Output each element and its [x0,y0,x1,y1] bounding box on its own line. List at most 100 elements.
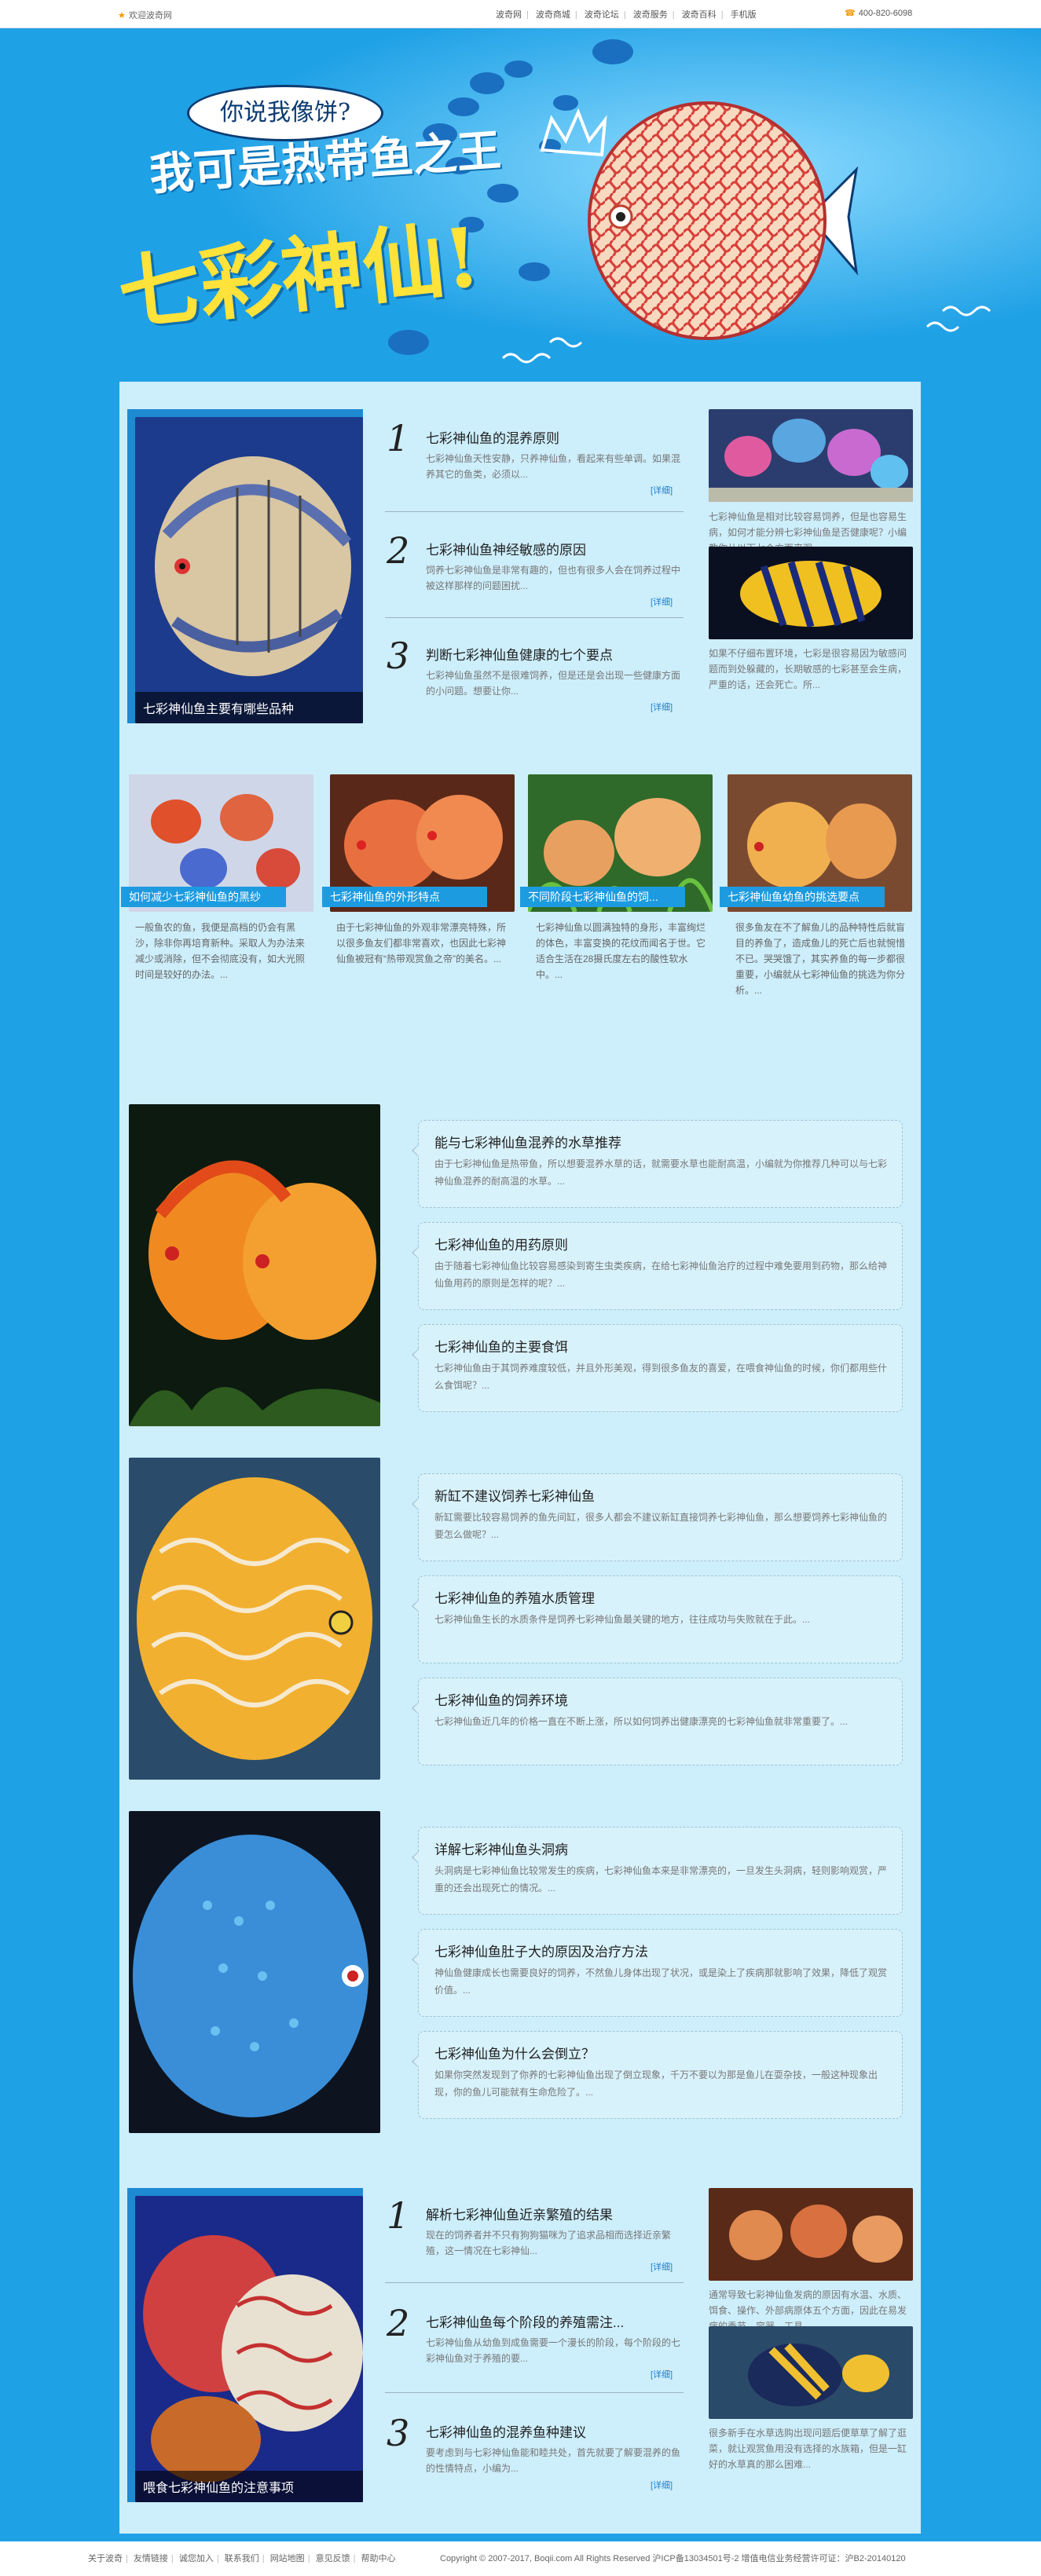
footer-link-feedback[interactable]: 意见反馈 [316,2554,350,2563]
lead-caption[interactable]: 喂食七彩神仙鱼的注意事项 [135,2471,363,2502]
card-title[interactable]: 七彩神仙鱼肚子大的原因及治疗方法 [434,1941,648,1960]
article-summary: 七彩神仙鱼天性安静，只养神仙鱼，看起来有些单调。如果混养其它的鱼类，必须以... [426,453,681,480]
more-link[interactable]: [详细] [651,701,673,713]
discus-fish-illustration [588,101,859,340]
card-summary: 七彩神仙鱼由于其饲养难度较低，并且外形美观，得到很多鱼友的喜爱，在喂食神仙鱼的时… [434,1363,888,1391]
fish-photo-icon [129,1104,380,1426]
fish-photo-icon [129,1811,380,2133]
card-summary: 七彩神仙鱼近几年的价格一直在不断上涨，所以如何饲养出健康漂亮的七彩神仙鱼就非常重… [434,1716,849,1727]
divider [385,617,684,618]
lead-caption[interactable]: 七彩神仙鱼主要有哪些品种 [135,692,363,723]
item-number: 3 [387,2412,410,2454]
article-title[interactable]: 七彩神仙鱼的混养鱼种建议 [426,2421,586,2441]
footer-link-help[interactable]: 帮助中心 [361,2554,396,2563]
nav-link-boqii[interactable]: 波奇网 [496,10,522,20]
footer: 关于波奇 | 友情链接 | 诚您加入 | 联系我们 | 网站地图 | 意见反馈 | 帮助中心… [0,2541,1041,2576]
top-nav: 波奇网 | 波奇商城 | 波奇论坛 | 波奇服务 | 波奇百科 | 手机版 [496,10,757,20]
article-card[interactable]: 新缸不建议饲养七彩神仙鱼 新缸需要比较容易饲养的鱼先间缸，很多人都会不建议新缸直… [412,1473,903,1561]
nav-link-mall[interactable]: 波奇商城 [536,10,570,20]
article-title[interactable]: 七彩神仙鱼每个阶段的养殖需注... [426,2311,624,2331]
lead-image[interactable]: 七彩神仙鱼主要有哪些品种 [135,417,363,723]
fish-photo-icon [709,409,913,502]
more-link[interactable]: [详细] [651,484,673,496]
lead-image[interactable]: 喂食七彩神仙鱼的注意事项 [135,2196,363,2502]
card-summary: 头洞病是七彩神仙鱼比较常发生的疾病，七彩神仙鱼本来是非常漂亮的，一旦发生头洞病，… [434,1865,888,1894]
more-link[interactable]: [详细] [651,2479,673,2491]
article-card[interactable]: 七彩神仙鱼的用药原则 由于随着七彩神仙鱼比较容易感染到寄生虫类疾病，在给七彩神仙… [412,1222,903,1310]
article-summary: 七彩神仙鱼从幼鱼到成鱼需要一个漫长的阶段，每个阶段的七彩神仙鱼对于养殖的要... [426,2337,681,2364]
card-summary: 如果你突然发现到了你养的七彩神仙鱼出现了倒立现象，千万不要以为那是鱼儿在耍杂技，… [434,2069,878,2098]
nav-link-wiki[interactable]: 波奇百科 [682,10,717,20]
block-image[interactable] [129,1458,380,1780]
grid-summary: 七彩神仙鱼以圆满独特的身形，丰富绚烂的体色，丰富变换的花纹而闻名于世。它适合生活… [536,922,706,980]
nav-link-service[interactable]: 波奇服务 [633,10,668,20]
grid-summary: 由于七彩神仙鱼的外观非常漂亮特殊，所以很多鱼友们都非常喜欢，也因此七彩神仙鱼被冠… [336,922,507,964]
star-icon: ★ [118,11,126,20]
side-image[interactable] [709,2188,913,2281]
item-number: 1 [387,2194,410,2237]
article-title[interactable]: 解析七彩神仙鱼近亲繁殖的结果 [426,2204,613,2223]
grid-title[interactable]: 七彩神仙鱼幼鱼的挑选要点 [720,887,885,907]
card-summary: 七彩神仙鱼生长的水质条件是饲养七彩神仙鱼最关键的地方，往往成功与失败就在于此。.… [434,1614,811,1625]
article-card[interactable]: 七彩神仙鱼的饲养环境 七彩神仙鱼近几年的价格一直在不断上涨，所以如何饲养出健康漂… [412,1678,903,1766]
article-summary: 要考虑到与七彩神仙鱼能和睦共处，首先就要了解要混养的鱼的性情特点，小编为... [426,2447,681,2474]
item-number: 2 [387,2302,410,2344]
welcome-text: ★ 欢迎波奇网 [118,11,172,20]
card-title[interactable]: 七彩神仙鱼的主要食饵 [434,1336,568,1356]
article-card[interactable]: 七彩神仙鱼肚子大的原因及治疗方法 神仙鱼健康成长也需要良好的饲养，不然鱼儿身体出… [412,1929,903,2017]
fish-photo-icon [135,2196,363,2502]
card-title[interactable]: 七彩神仙鱼为什么会倒立？ [434,2043,595,2062]
fish-photo-icon [709,547,913,639]
grid-summary: 一般鱼农的鱼，我便是高档的仍会有黑沙，除非你再培育新种。采取人为办法来减少或消除… [135,922,306,980]
footer-link-contact[interactable]: 联系我们 [225,2554,259,2563]
footer-link-friends[interactable]: 友情链接 [134,2554,168,2563]
article-title[interactable]: 七彩神仙鱼的混养原则 [426,427,559,447]
article-card[interactable]: 七彩神仙鱼的养殖水质管理 七彩神仙鱼生长的水质条件是饲养七彩神仙鱼最关键的地方，… [412,1575,903,1663]
side-image[interactable] [709,409,913,502]
nav-link-forum[interactable]: 波奇论坛 [585,10,619,20]
more-link[interactable]: [详细] [651,2260,673,2273]
article-card[interactable]: 详解七彩神仙鱼头洞病 头洞病是七彩神仙鱼比较常发生的疾病，七彩神仙鱼本来是非常漂… [412,1827,903,1915]
fish-photo-icon [709,2188,913,2281]
article-title[interactable]: 七彩神仙鱼神经敏感的原因 [426,539,586,558]
divider [385,2282,684,2283]
phone-number: ☎ 400-820-6098 [845,9,913,18]
block-image[interactable] [129,1104,380,1426]
copyright: Copyright © 2007-2017, Boqii.com All Rig… [440,2554,906,2563]
content-panel: 七彩神仙鱼主要有哪些品种 1 七彩神仙鱼的混养原则 七彩神仙鱼天性安静，只养神仙… [119,382,921,2534]
article-card[interactable]: 七彩神仙鱼的主要食饵 七彩神仙鱼由于其饲养难度较低，并且外形美观，得到很多鱼友的… [412,1324,903,1412]
grid-title[interactable]: 不同阶段七彩神仙鱼的饲... [520,887,685,907]
footer-link-about[interactable]: 关于波奇 [88,2554,123,2563]
article-card[interactable]: 能与七彩神仙鱼混养的水草推荐 由于七彩神仙鱼是热带鱼，所以想要混养水草的话，就需… [412,1120,903,1208]
divider [385,2392,684,2393]
item-number: 2 [387,529,410,572]
card-title[interactable]: 新缸不建议饲养七彩神仙鱼 [434,1485,595,1505]
card-summary: 由于随着七彩神仙鱼比较容易感染到寄生虫类疾病，在给七彩神仙鱼治疗的过程中难免要用… [434,1261,888,1289]
divider [385,511,684,512]
article-title[interactable]: 判断七彩神仙鱼健康的七个要点 [426,644,613,664]
phone-icon: ☎ [845,9,856,18]
footer-link-sitemap[interactable]: 网站地图 [270,2554,305,2563]
card-title[interactable]: 七彩神仙鱼的饲养环境 [434,1689,568,1709]
card-title[interactable]: 七彩神仙鱼的用药原则 [434,1234,568,1253]
card-title[interactable]: 七彩神仙鱼的养殖水质管理 [434,1587,595,1607]
hero-banner: 你说我像饼? 我可是热带鱼之王 七彩神仙! [0,28,1041,382]
card-title[interactable]: 能与七彩神仙鱼混养的水草推荐 [434,1132,621,1151]
side-caption: 如果不仔细布置环境，七彩是很容易因为敏感问题而到处躲藏的，长期敏感的七彩甚至会生… [709,648,907,690]
more-link[interactable]: [详细] [651,2368,673,2380]
fish-photo-icon [135,417,363,723]
card-title[interactable]: 详解七彩神仙鱼头洞病 [434,1839,568,1858]
grid-title[interactable]: 七彩神仙鱼的外形特点 [322,887,487,907]
item-number: 1 [387,417,410,459]
nav-link-mobile[interactable]: 手机版 [731,10,757,20]
more-link[interactable]: [详细] [651,595,673,608]
side-image[interactable] [709,547,913,639]
card-summary: 由于七彩神仙鱼是热带鱼，所以想要混养水草的话，就需要水草也能耐高温，小编就为你推… [434,1158,888,1187]
article-card[interactable]: 七彩神仙鱼为什么会倒立？ 如果你突然发现到了你养的七彩神仙鱼出现了倒立现象，千万… [412,2031,903,2119]
block-image[interactable] [129,1811,380,2133]
top-bar: ★ 欢迎波奇网 波奇网 | 波奇商城 | 波奇论坛 | 波奇服务 | 波奇百科 | 手机版 … [0,0,1041,28]
grid-summary: 很多鱼友在不了解鱼儿的品种特性后就盲目的养鱼了，造成鱼儿的死亡后也就惋惜不已。哭… [735,922,906,996]
footer-link-join[interactable]: 诚您加入 [179,2554,214,2563]
grid-title[interactable]: 如何减少七彩神仙鱼的黑纱 [121,887,286,907]
side-image[interactable] [709,2326,913,2419]
